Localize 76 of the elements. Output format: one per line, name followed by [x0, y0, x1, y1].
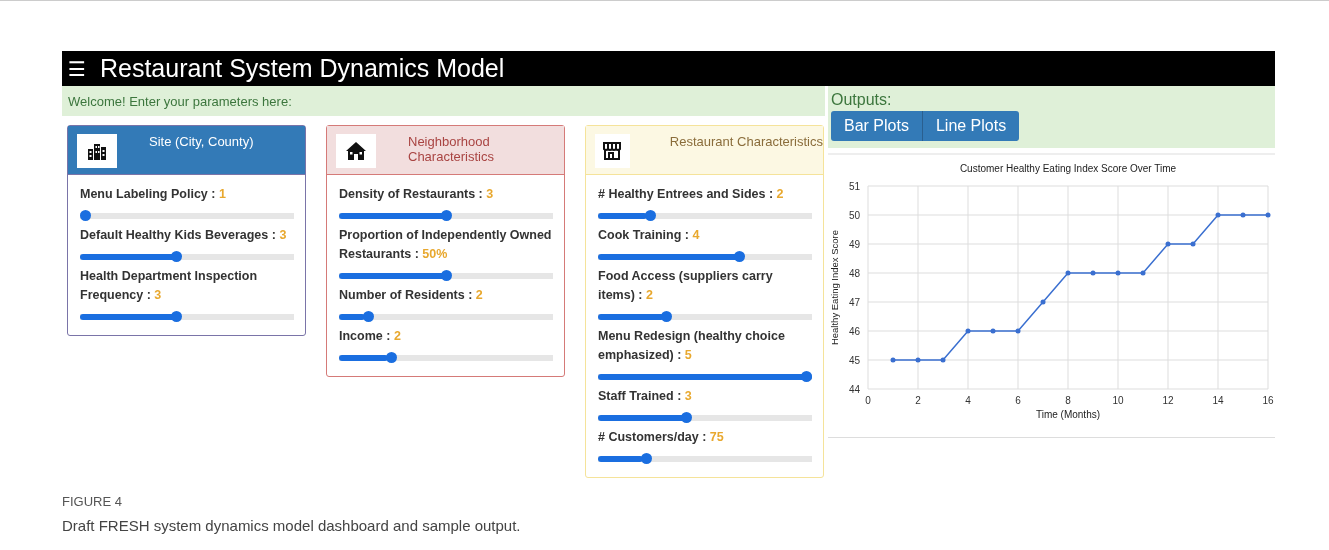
data-point: [940, 357, 946, 363]
y-tick-label: 45: [848, 354, 860, 366]
y-tick-label: 46: [848, 325, 860, 337]
slider[interactable]: [339, 270, 553, 281]
parameter-label: Menu Redesign (healthy choice emphasized) : 5: [598, 328, 786, 364]
x-tick-label: 16: [1262, 395, 1274, 406]
panel-title: Restaurant Characteristics: [668, 134, 823, 149]
slider[interactable]: [598, 210, 812, 221]
menu-icon[interactable]: ☰: [68, 56, 86, 81]
house-icon: [345, 141, 367, 161]
data-point: [915, 357, 921, 363]
slider[interactable]: [598, 371, 812, 382]
slider[interactable]: [339, 352, 553, 363]
y-tick-label: 49: [848, 238, 860, 250]
data-point: [965, 328, 971, 334]
data-point: [1015, 328, 1021, 334]
outputs-heading: Outputs:: [831, 91, 893, 109]
slider[interactable]: [339, 311, 553, 322]
data-point: [1215, 212, 1221, 218]
data-point: [1065, 270, 1071, 276]
welcome-text: Welcome! Enter your parameters here:: [68, 93, 292, 109]
buildings-icon: [87, 141, 107, 161]
x-tick-label: 4: [965, 395, 971, 406]
data-point: [1090, 270, 1096, 276]
y-tick-label: 50: [848, 209, 860, 221]
parameter-label: Proportion of Independently Owned Restaurants : 50%: [339, 227, 552, 263]
data-point: [1240, 212, 1246, 218]
panel-title: Site (City, County): [148, 134, 255, 149]
data-point: [1165, 241, 1171, 247]
parameter-label: Income : 2: [339, 328, 402, 345]
parameter-label: # Customers/day : 75: [598, 429, 725, 446]
y-tick-label: 48: [848, 267, 860, 279]
parameter-label: Density of Restaurants : 3: [339, 186, 495, 203]
slider[interactable]: [598, 251, 812, 262]
y-tick-label: 47: [848, 296, 860, 308]
panel-title: Neighborhood Characteristics: [407, 134, 495, 164]
data-point: [1140, 270, 1146, 276]
figure-label: FIGURE 4: [62, 494, 123, 509]
y-tick-label: 44: [848, 383, 860, 395]
data-point: [1040, 299, 1046, 305]
x-tick-label: 2: [915, 395, 921, 406]
parameter-label: Food Access (suppliers carry items) : 2: [598, 268, 774, 304]
x-tick-label: 14: [1212, 395, 1224, 406]
slider[interactable]: [80, 251, 294, 262]
slider[interactable]: [598, 311, 812, 322]
chart-title: Customer Healthy Eating Index Score Over Time: [959, 163, 1177, 174]
slider[interactable]: [598, 412, 812, 423]
x-tick-label: 0: [865, 395, 871, 406]
y-tick-label: 51: [848, 180, 860, 192]
x-tick-label: 10: [1112, 395, 1124, 406]
data-point: [990, 328, 996, 334]
parameter-label: Health Department Inspection Frequency : 3: [80, 268, 259, 304]
tab[interactable]: Line Plots: [922, 111, 1020, 141]
data-point: [1265, 212, 1271, 218]
data-point: [1115, 270, 1121, 276]
app-title: Restaurant System Dynamics Model: [99, 54, 505, 83]
figure-caption: Draft FRESH system dynamics model dashboard and sample output.: [62, 517, 522, 534]
data-point: [890, 357, 896, 363]
parameter-label: # Healthy Entrees and Sides : 2: [598, 186, 785, 203]
parameter-label: Staff Trained : 3: [598, 388, 693, 405]
tab[interactable]: Bar Plots: [831, 111, 923, 141]
x-axis-title: Time (Months): [1035, 409, 1101, 420]
x-tick-label: 12: [1162, 395, 1174, 406]
y-axis-title: Healthy Eating Index Score: [829, 229, 840, 346]
slider[interactable]: [80, 210, 294, 221]
parameter-label: Default Healthy Kids Beverages : 3: [80, 227, 288, 244]
data-point: [1190, 241, 1196, 247]
parameter-label: Number of Residents : 2: [339, 287, 484, 304]
x-tick-label: 6: [1015, 395, 1021, 406]
slider[interactable]: [80, 311, 294, 322]
storefront-icon: [602, 141, 623, 161]
x-tick-label: 8: [1065, 395, 1071, 406]
parameter-label: Cook Training : 4: [598, 227, 701, 244]
parameter-label: Menu Labeling Policy : 1: [80, 186, 227, 203]
slider[interactable]: [339, 210, 553, 221]
slider[interactable]: [598, 453, 812, 464]
